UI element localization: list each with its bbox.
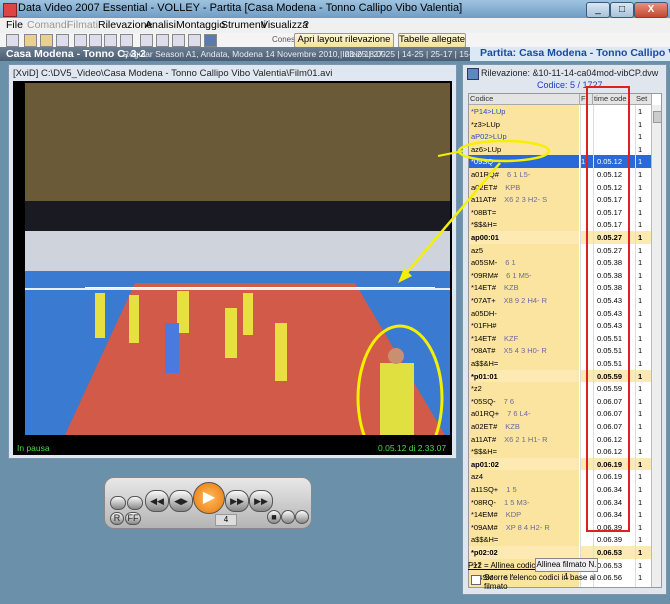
annotation-arrows — [398, 139, 551, 283]
